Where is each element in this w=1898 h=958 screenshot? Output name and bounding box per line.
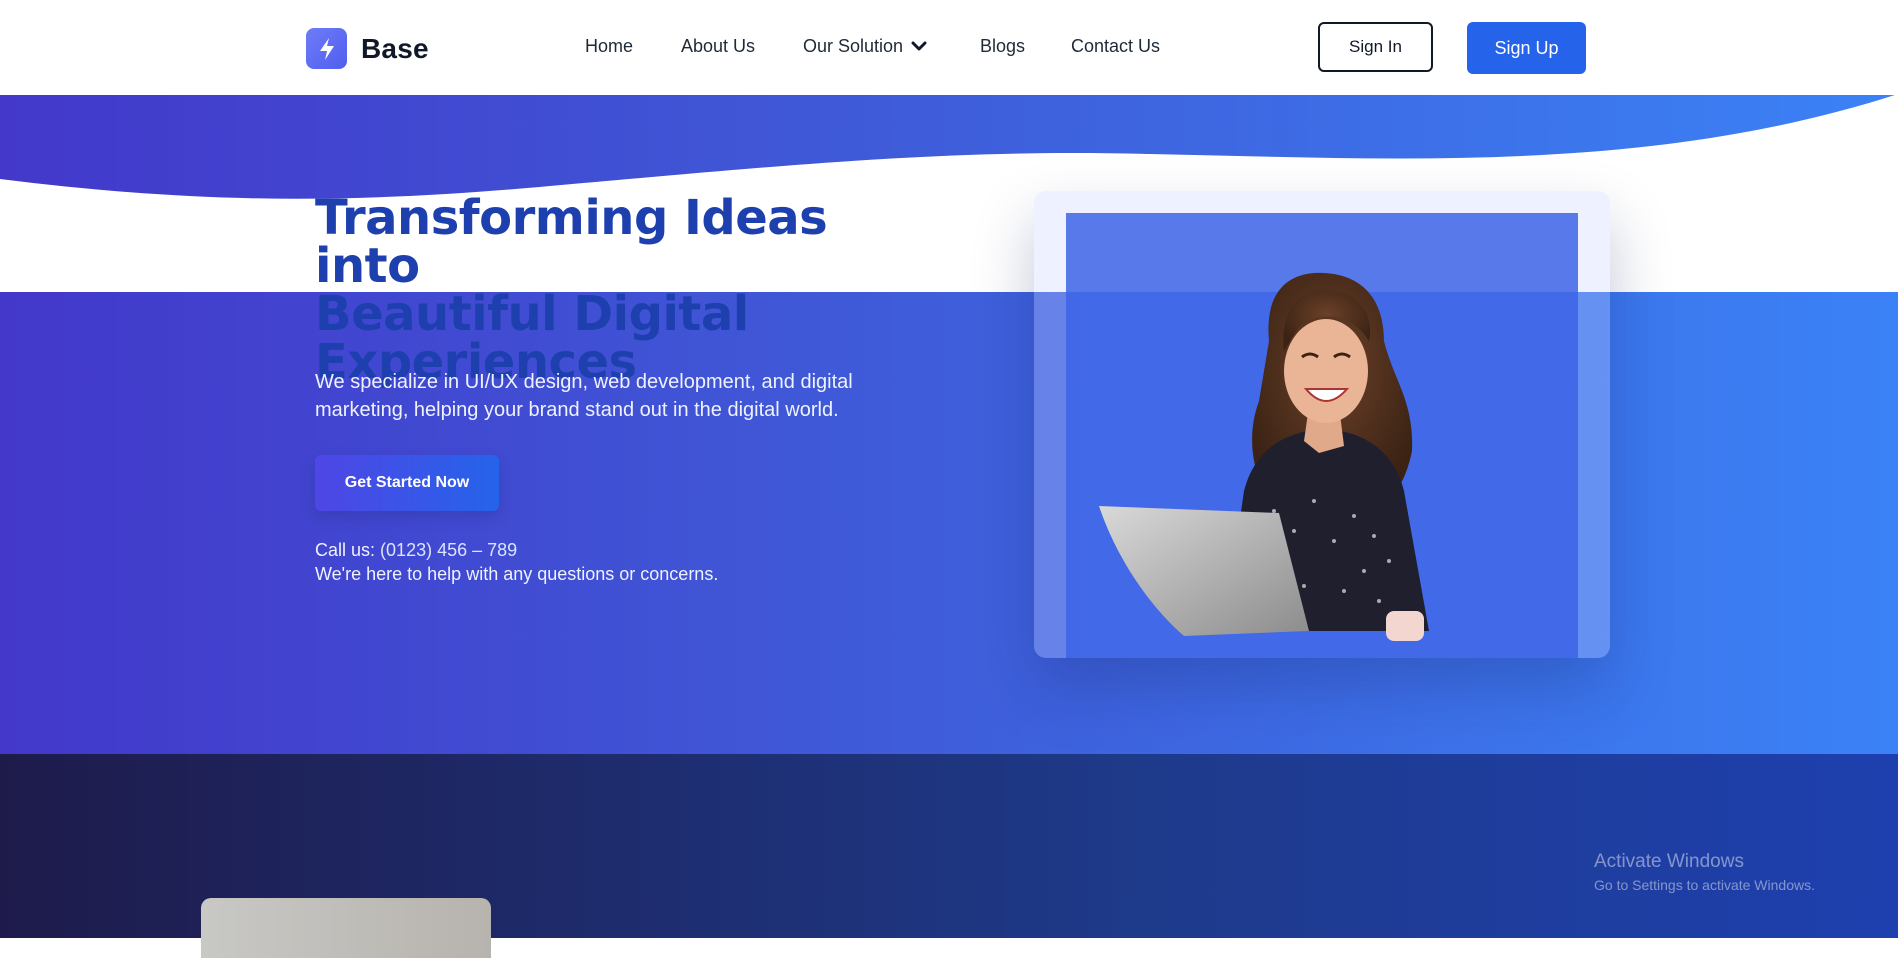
nav-home[interactable]: Home: [585, 36, 633, 57]
brand-logo[interactable]: Base: [306, 28, 429, 69]
help-text: We're here to help with any questions or…: [315, 564, 719, 584]
hero-image-card: [1034, 191, 1610, 658]
sign-up-button[interactable]: Sign Up: [1467, 22, 1586, 74]
hero-illustration: [1099, 272, 1429, 641]
chevron-down-icon: [911, 36, 927, 57]
nav-our-solution[interactable]: Our Solution: [803, 36, 927, 57]
nav-our-solution-label: Our Solution: [803, 36, 904, 56]
hero-section: Transforming Ideas into Beautiful Digita…: [0, 94, 1898, 754]
site-header: Base Home About Us Our Solution Blogs Co…: [0, 0, 1898, 95]
hero-title: Transforming Ideas into Beautiful Digita…: [315, 194, 915, 386]
activate-windows-subtitle: Go to Settings to activate Windows.: [1594, 877, 1815, 893]
hero-description: We specialize in UI/UX design, web devel…: [315, 371, 853, 421]
get-started-button[interactable]: Get Started Now: [315, 455, 499, 511]
phone-number-link[interactable]: (0123) 456 – 789: [380, 540, 517, 560]
activate-windows-title: Activate Windows: [1594, 851, 1744, 872]
hero-wave-divider: [0, 94, 1898, 294]
bolt-icon: [306, 28, 347, 69]
hero-title-line1: Transforming Ideas into: [315, 190, 828, 294]
activate-windows-watermark: Activate Windows Go to Settings to activ…: [1594, 851, 1815, 893]
lower-image-card: [201, 898, 491, 958]
hero-background: [0, 292, 1898, 754]
sign-in-button[interactable]: Sign In: [1318, 22, 1433, 72]
nav-about-us[interactable]: About Us: [681, 36, 755, 57]
call-us-label: Call us:: [315, 540, 376, 560]
nav-contact-us[interactable]: Contact Us: [1071, 36, 1160, 57]
nav-blogs[interactable]: Blogs: [980, 36, 1025, 57]
call-us-line: Call us: (0123) 456 – 789: [315, 536, 517, 564]
brand-name: Base: [361, 32, 429, 64]
hero-title-line2: Beautiful Digital: [315, 286, 749, 342]
lower-section: [0, 754, 1898, 958]
